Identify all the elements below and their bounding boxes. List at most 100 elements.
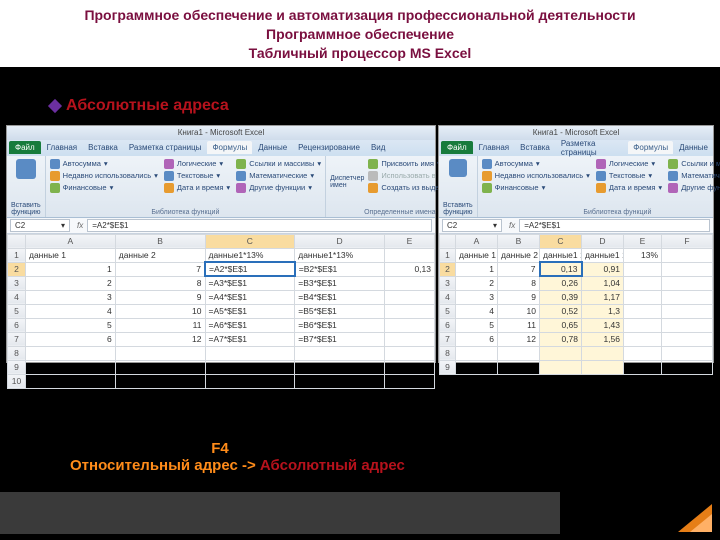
cell[interactable]: 2 [26,276,116,290]
cell[interactable]: 11 [498,318,540,332]
cell[interactable] [662,360,713,374]
cell[interactable] [385,276,435,290]
cell[interactable]: 0,78 [540,332,582,346]
cell[interactable] [624,304,662,318]
cell[interactable]: данные1*13% [205,248,295,262]
cell[interactable] [26,374,116,388]
name-box[interactable]: C2▾ [442,219,502,232]
cell[interactable]: 0,26 [540,276,582,290]
btn-math[interactable]: Математические ▾ [668,171,720,181]
cell[interactable]: 9 [498,290,540,304]
cell[interactable] [385,360,435,374]
tab-formulas[interactable]: Формулы [628,141,673,154]
col-A[interactable]: A [456,234,498,248]
cell[interactable]: =B5*$E$1 [295,304,385,318]
tab-formulas[interactable]: Формулы [207,141,252,154]
tab-home[interactable]: Главная [42,141,82,154]
col-E[interactable]: E [624,234,662,248]
btn-other[interactable]: Другие функции ▾ [668,183,720,193]
tab-home[interactable]: Главная [474,141,514,154]
cell[interactable]: 4 [456,304,498,318]
fx-icon[interactable] [449,159,467,177]
cell[interactable]: 2 [456,276,498,290]
cell[interactable] [26,346,116,360]
cell[interactable]: =A7*$E$1 [205,332,295,346]
btn-math[interactable]: Математические ▾ [236,171,321,181]
tab-insert[interactable]: Вставка [83,141,123,154]
cell[interactable] [582,346,624,360]
cell[interactable] [662,346,713,360]
col-C[interactable]: C [540,234,582,248]
worksheet-grid-left[interactable]: A B C D E 1 данные 1 данные 2 данные1*13… [7,234,435,389]
cell[interactable] [26,360,116,374]
cell[interactable] [498,360,540,374]
cell[interactable] [624,318,662,332]
formula-input[interactable]: =A2*$E$1 [519,219,710,232]
cell[interactable]: данные1*13% [295,248,385,262]
cell[interactable] [385,318,435,332]
cell[interactable] [624,332,662,346]
cell[interactable]: 7 [115,262,205,276]
cell[interactable]: =A4*$E$1 [205,290,295,304]
col-D[interactable]: D [295,234,385,248]
cell[interactable]: 12 [115,332,205,346]
name-mgr-icon[interactable] [339,159,355,175]
btn-financial[interactable]: Финансовые ▾ [482,183,590,193]
cell[interactable] [115,346,205,360]
cell[interactable]: данные1 13% [540,248,582,262]
cell[interactable]: 7 [498,262,540,276]
btn-financial[interactable]: Финансовые ▾ [50,183,158,193]
btn-autosum[interactable]: Автосумма ▾ [482,159,590,169]
cell[interactable]: 1,3 [582,304,624,318]
cell[interactable] [498,346,540,360]
cell[interactable] [662,304,713,318]
cell[interactable] [115,374,205,388]
fx-label[interactable]: fx [73,221,87,230]
cell[interactable] [662,318,713,332]
cell[interactable]: 13% [624,248,662,262]
cell[interactable]: 10 [115,304,205,318]
cell[interactable] [540,346,582,360]
cell[interactable]: 4 [26,304,116,318]
cell[interactable]: 3 [26,290,116,304]
cell[interactable]: данные 1 [26,248,116,262]
cell[interactable] [662,332,713,346]
cell[interactable]: 6 [456,332,498,346]
tab-file[interactable]: Файл [9,141,41,154]
cell[interactable]: 1,17 [582,290,624,304]
cell[interactable] [385,374,435,388]
tab-view[interactable]: Вид [366,141,390,154]
cell[interactable]: 0,39 [540,290,582,304]
col-F[interactable]: F [662,234,713,248]
cell[interactable]: 1,56 [582,332,624,346]
cell[interactable]: 0,52 [540,304,582,318]
btn-datetime[interactable]: Дата и время ▾ [164,183,230,193]
cell[interactable] [662,276,713,290]
cell[interactable]: данные 2 [115,248,205,262]
cell[interactable] [540,360,582,374]
cell[interactable] [624,276,662,290]
cell[interactable]: =A2*$E$1 [205,262,295,276]
cell[interactable] [456,360,498,374]
cell[interactable] [385,304,435,318]
col-E[interactable]: E [385,234,435,248]
cell[interactable]: =B2*$E$1 [295,262,385,276]
btn-datetime[interactable]: Дата и время ▾ [596,183,662,193]
col-B[interactable]: B [115,234,205,248]
tab-review[interactable]: Рецензирование [293,141,365,154]
btn-lookup[interactable]: Ссылки и массивы ▾ [668,159,720,169]
btn-autosum[interactable]: Автосумма ▾ [50,159,158,169]
cell[interactable]: 1,43 [582,318,624,332]
btn-logical[interactable]: Логические ▾ [596,159,662,169]
cell[interactable]: 0,91 [582,262,624,276]
cell[interactable]: 5 [26,318,116,332]
cell[interactable]: 5 [456,318,498,332]
cell[interactable]: 8 [115,276,205,290]
cell[interactable] [385,248,435,262]
cell[interactable] [662,290,713,304]
cell[interactable]: 6 [26,332,116,346]
cell[interactable]: 10 [498,304,540,318]
formula-input[interactable]: =A2*$E$1 [87,219,432,232]
cell[interactable] [385,332,435,346]
cell[interactable] [624,360,662,374]
